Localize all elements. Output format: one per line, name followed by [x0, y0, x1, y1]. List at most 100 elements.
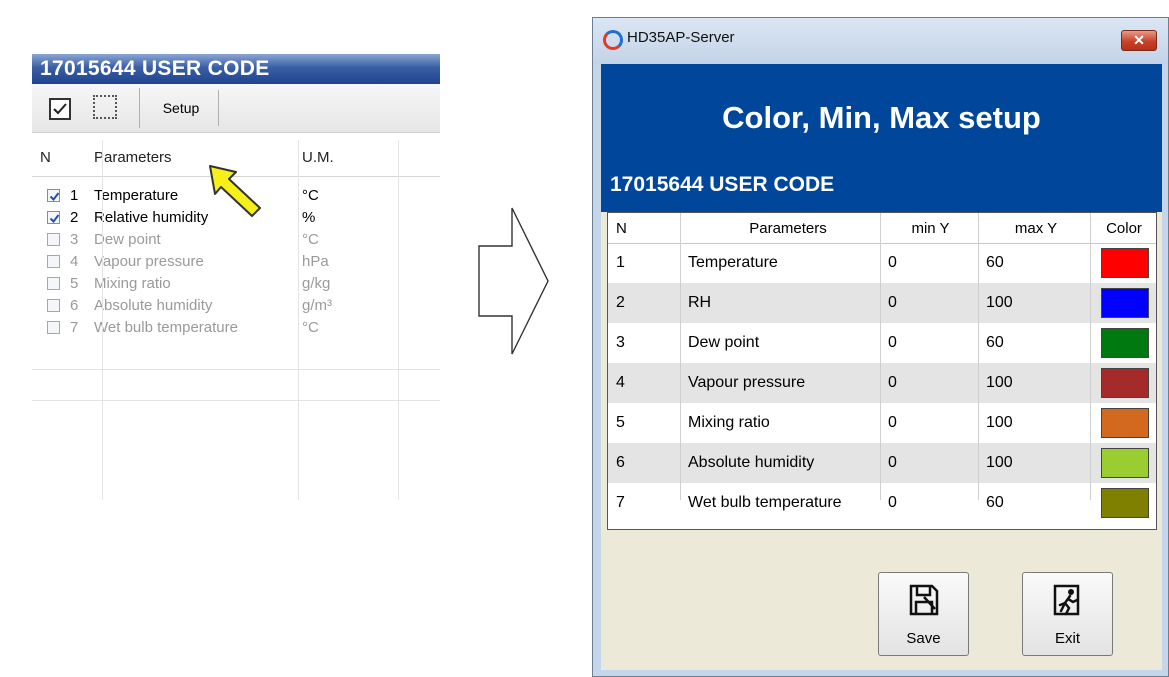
- cell-max-y[interactable]: 100: [986, 363, 1013, 403]
- table-row[interactable]: 7 Wet bulb temperature °C: [32, 317, 440, 339]
- window-title: HD35AP-Server: [627, 29, 735, 46]
- grid-row[interactable]: 7 Wet bulb temperature 0 60: [608, 483, 1156, 523]
- parameter-panel: 17015644 USER CODE Setup N Parameters U.…: [22, 40, 440, 500]
- grid-row[interactable]: 3 Dew point 0 60: [608, 323, 1156, 363]
- row-unit: %: [302, 209, 316, 226]
- grid-header: N Parameters min Y max Y Color: [608, 213, 1156, 244]
- cell-max-y[interactable]: 100: [986, 403, 1013, 443]
- header-parameters: Parameters: [749, 219, 827, 237]
- header-n: N: [616, 219, 627, 237]
- row-number: 6: [70, 297, 79, 314]
- column-divider: [102, 140, 103, 500]
- grid-row[interactable]: 4 Vapour pressure 0 100: [608, 363, 1156, 403]
- header-um: U.M.: [302, 149, 334, 166]
- cell-min-y[interactable]: 0: [888, 443, 897, 483]
- grid-row[interactable]: 1 Temperature 0 60: [608, 243, 1156, 283]
- column-divider: [978, 213, 979, 500]
- setup-button[interactable]: Setup: [144, 90, 219, 126]
- row-checkbox[interactable]: [47, 233, 60, 246]
- cell-n: 5: [616, 414, 625, 431]
- header-color: Color: [1106, 219, 1142, 237]
- panel-title: 17015644 USER CODE: [32, 54, 440, 84]
- row-checkbox[interactable]: [47, 277, 60, 290]
- close-button[interactable]: ✕: [1121, 30, 1157, 51]
- table-row[interactable]: 5 Mixing ratio g/kg: [32, 273, 440, 295]
- cell-min-y[interactable]: 0: [888, 323, 897, 363]
- cell-parameter: Wet bulb temperature: [688, 494, 842, 511]
- header-max-y: max Y: [1014, 219, 1058, 237]
- cell-parameter: Temperature: [688, 254, 778, 271]
- row-unit: °C: [302, 187, 319, 204]
- color-swatch[interactable]: [1101, 368, 1149, 398]
- column-divider: [880, 213, 881, 500]
- row-checkbox[interactable]: [47, 321, 60, 334]
- row-unit: hPa: [302, 253, 329, 270]
- table-row[interactable]: 4 Vapour pressure hPa: [32, 251, 440, 273]
- row-checkbox[interactable]: [47, 299, 60, 312]
- cell-n: 2: [616, 294, 625, 311]
- cell-n: 3: [616, 334, 625, 351]
- color-swatch[interactable]: [1101, 408, 1149, 438]
- save-icon: [909, 584, 939, 616]
- cell-max-y[interactable]: 60: [986, 483, 1004, 523]
- cell-n: 4: [616, 374, 625, 391]
- cell-max-y[interactable]: 60: [986, 243, 1004, 283]
- grid-row[interactable]: 5 Mixing ratio 0 100: [608, 403, 1156, 443]
- cell-min-y[interactable]: 0: [888, 483, 897, 523]
- color-swatch[interactable]: [1101, 248, 1149, 278]
- exit-label: Exit: [1054, 630, 1080, 647]
- empty-row: [32, 370, 440, 401]
- row-unit: °C: [302, 231, 319, 248]
- row-unit: g/m³: [302, 297, 332, 314]
- column-divider: [1090, 213, 1091, 500]
- table-row[interactable]: 3 Dew point °C: [32, 229, 440, 251]
- setup-dialog: HD35AP-Server ✕ Color, Min, Max setup 17…: [592, 17, 1169, 677]
- cell-max-y[interactable]: 100: [986, 443, 1013, 483]
- grid-row[interactable]: 6 Absolute humidity 0 100: [608, 443, 1156, 483]
- app-logo-icon: [603, 30, 623, 50]
- row-checkbox[interactable]: [47, 189, 60, 202]
- user-code-label: 17015644 USER CODE: [610, 173, 835, 196]
- dotted-select-icon[interactable]: [93, 95, 117, 119]
- settings-grid: N Parameters min Y max Y Color 1 Tempera…: [607, 212, 1157, 530]
- save-label: Save: [906, 630, 941, 647]
- cell-max-y[interactable]: 100: [986, 283, 1013, 323]
- save-button[interactable]: Save: [878, 572, 969, 656]
- row-parameter: Relative humidity: [94, 209, 209, 226]
- column-divider: [680, 213, 681, 500]
- header-n: N: [40, 149, 51, 166]
- cell-parameter: Absolute humidity: [688, 454, 815, 471]
- cell-max-y[interactable]: 60: [986, 323, 1004, 363]
- column-divider: [298, 140, 299, 500]
- row-number: 5: [70, 275, 79, 292]
- checkbox-checked-icon[interactable]: [49, 98, 71, 120]
- row-number: 3: [70, 231, 79, 248]
- dialog-heading: Color, Min, Max setup: [722, 100, 1041, 135]
- exit-button[interactable]: Exit: [1022, 572, 1113, 656]
- row-parameter: Wet bulb temperature: [94, 319, 238, 336]
- color-swatch[interactable]: [1101, 328, 1149, 358]
- row-parameter: Temperature: [94, 187, 179, 204]
- header-parameters: Parameters: [94, 149, 172, 166]
- row-parameter: Dew point: [94, 231, 161, 248]
- cell-parameter: Vapour pressure: [688, 374, 806, 391]
- color-swatch[interactable]: [1101, 288, 1149, 318]
- row-checkbox[interactable]: [47, 255, 60, 268]
- row-number: 7: [70, 319, 79, 336]
- table-row[interactable]: 6 Absolute humidity g/m³: [32, 295, 440, 317]
- row-parameter: Mixing ratio: [94, 275, 171, 292]
- color-swatch[interactable]: [1101, 488, 1149, 518]
- dialog-titlebar[interactable]: HD35AP-Server ✕: [593, 18, 1168, 64]
- color-swatch[interactable]: [1101, 448, 1149, 478]
- grid-row[interactable]: 2 RH 0 100: [608, 283, 1156, 323]
- cell-parameter: RH: [688, 294, 712, 311]
- cell-parameter: Dew point: [688, 334, 760, 351]
- cell-min-y[interactable]: 0: [888, 403, 897, 443]
- right-arrow-icon: [478, 207, 549, 355]
- toolbar-separator: [139, 88, 140, 128]
- cell-min-y[interactable]: 0: [888, 363, 897, 403]
- row-checkbox[interactable]: [47, 211, 60, 224]
- row-unit: °C: [302, 319, 319, 336]
- cell-min-y[interactable]: 0: [888, 283, 897, 323]
- cell-min-y[interactable]: 0: [888, 243, 897, 283]
